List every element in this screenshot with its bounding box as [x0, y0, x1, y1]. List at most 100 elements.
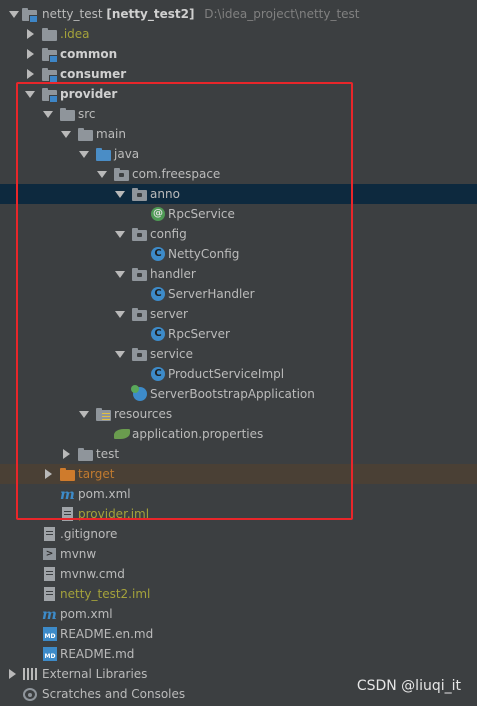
chevron-down-icon[interactable] [114, 184, 126, 204]
tree-row-common[interactable]: common [0, 44, 477, 64]
annotation-icon: @ [151, 207, 165, 221]
tree-row-config[interactable]: config [0, 224, 477, 244]
tree-row-src[interactable]: src [0, 104, 477, 124]
class-icon: C [150, 286, 166, 302]
tree-row-product-service-impl[interactable]: C ProductServiceImpl [0, 364, 477, 384]
chevron-right-icon[interactable] [24, 24, 36, 44]
tree-row-rpc-service[interactable]: @ RpcService [0, 204, 477, 224]
source-folder-icon [96, 146, 112, 162]
chevron-right-icon[interactable] [42, 464, 54, 484]
spring-boot-class-icon [131, 385, 148, 402]
tree-item-label: java [114, 147, 140, 161]
tree-item-label: netty_test2.iml [60, 587, 151, 601]
chevron-down-icon[interactable] [114, 344, 126, 364]
spring-properties-icon [114, 426, 130, 442]
tree-row-netty-config[interactable]: C NettyConfig [0, 244, 477, 264]
chevron-down-icon[interactable] [60, 124, 72, 144]
tree-row-test[interactable]: test [0, 444, 477, 464]
tree-item-label: mvnw [60, 547, 97, 561]
chevron-right-icon[interactable] [60, 444, 72, 464]
tree-row-main[interactable]: main [0, 124, 477, 144]
chevron-right-icon[interactable] [24, 64, 36, 84]
folder-icon [42, 26, 58, 42]
tree-row-server[interactable]: server [0, 304, 477, 324]
tree-row-idea[interactable]: .idea [0, 24, 477, 44]
tree-row-handler[interactable]: handler [0, 264, 477, 284]
tree-row-netty-test2-iml[interactable]: netty_test2.iml [0, 584, 477, 604]
tree-row-server-bootstrap[interactable]: ServerBootstrapApplication [0, 384, 477, 404]
tree-item-label: Scratches and Consoles [42, 687, 186, 701]
tree-item-label: common [60, 47, 118, 61]
chevron-down-icon[interactable] [114, 224, 126, 244]
chevron-down-icon[interactable] [96, 164, 108, 184]
tree-row-anno[interactable]: anno [0, 184, 477, 204]
tree-row-mvnw[interactable]: > mvnw [0, 544, 477, 564]
tree-row-package[interactable]: com.freespace [0, 164, 477, 184]
terminal-icon: > [42, 546, 58, 562]
project-path: D:\idea_project\netty_test [204, 7, 360, 21]
tree-row-provider[interactable]: provider [0, 84, 477, 104]
tree-item-label: External Libraries [42, 667, 148, 681]
tree-item-label: test [96, 447, 120, 461]
tree-row-gitignore[interactable]: .gitignore [0, 524, 477, 544]
folder-icon [60, 106, 76, 122]
tree-row-readme-en[interactable]: MD README.en.md [0, 624, 477, 644]
tree-item-label: README.en.md [60, 627, 154, 641]
watermark: CSDN @liuqi_it [356, 678, 461, 694]
package-icon [132, 266, 148, 282]
tree-row-target[interactable]: target [0, 464, 477, 484]
tree-item-label: README.md [60, 647, 135, 661]
excluded-folder-icon [60, 466, 76, 482]
chevron-down-icon[interactable] [8, 4, 20, 24]
tree-item-label: pom.xml [78, 487, 131, 501]
tree-item-label: NettyConfig [168, 247, 240, 261]
chevron-right-icon[interactable] [24, 44, 36, 64]
tree-item-label: src [78, 107, 96, 121]
project-module-tag: [netty_test2] [106, 7, 195, 21]
tree-row-pom-provider[interactable]: m pom.xml [0, 484, 477, 504]
tree-item-label: .idea [60, 27, 90, 41]
chevron-down-icon[interactable] [114, 304, 126, 324]
tree-row-project-root[interactable]: netty_test [netty_test2] D:\idea_project… [0, 4, 477, 24]
chevron-right-icon[interactable] [6, 664, 18, 684]
package-icon [132, 226, 148, 242]
tree-item-label: application.properties [132, 427, 264, 441]
tree-row-provider-iml[interactable]: provider.iml [0, 504, 477, 524]
tree-row-mvnw-cmd[interactable]: mvnw.cmd [0, 564, 477, 584]
tree-row-java[interactable]: java [0, 144, 477, 164]
package-icon [114, 166, 130, 182]
chevron-down-icon[interactable] [24, 84, 36, 104]
tree-row-rpc-server[interactable]: C RpcServer [0, 324, 477, 344]
chevron-down-icon[interactable] [42, 104, 54, 124]
tree-row-consumer[interactable]: consumer [0, 64, 477, 84]
tree-item-label: RpcServer [168, 327, 230, 341]
tree-row-resources[interactable]: resources [0, 404, 477, 424]
tree-item-label: com.freespace [132, 167, 221, 181]
package-icon [132, 186, 148, 202]
tree-item-label: .gitignore [60, 527, 118, 541]
tree-row-pom-root[interactable]: m pom.xml [0, 604, 477, 624]
tree-item-label: pom.xml [60, 607, 113, 621]
module-folder-icon [22, 6, 38, 23]
tree-row-server-handler[interactable]: C ServerHandler [0, 284, 477, 304]
tree-row-service[interactable]: service [0, 344, 477, 364]
class-icon: C [150, 326, 166, 342]
tree-item-label: handler [150, 267, 196, 281]
chevron-down-icon[interactable] [78, 404, 90, 424]
package-icon [132, 306, 148, 322]
tree-item-label: ProductServiceImpl [168, 367, 285, 381]
class-icon: C [150, 366, 166, 382]
project-name: netty_test [42, 7, 103, 21]
chevron-down-icon[interactable] [78, 144, 90, 164]
tree-item-label: provider.iml [78, 507, 150, 521]
tree-item-label: resources [114, 407, 173, 421]
tree-item-label: service [150, 347, 193, 361]
maven-icon: m [42, 607, 57, 623]
tree-item-label: main [96, 127, 126, 141]
chevron-down-icon[interactable] [114, 264, 126, 284]
tree-row-application-properties[interactable]: application.properties [0, 424, 477, 444]
maven-icon: m [60, 487, 75, 503]
tree-item-label: ServerHandler [168, 287, 255, 301]
tree-item-label: config [150, 227, 187, 241]
tree-row-readme[interactable]: MD README.md [0, 644, 477, 664]
